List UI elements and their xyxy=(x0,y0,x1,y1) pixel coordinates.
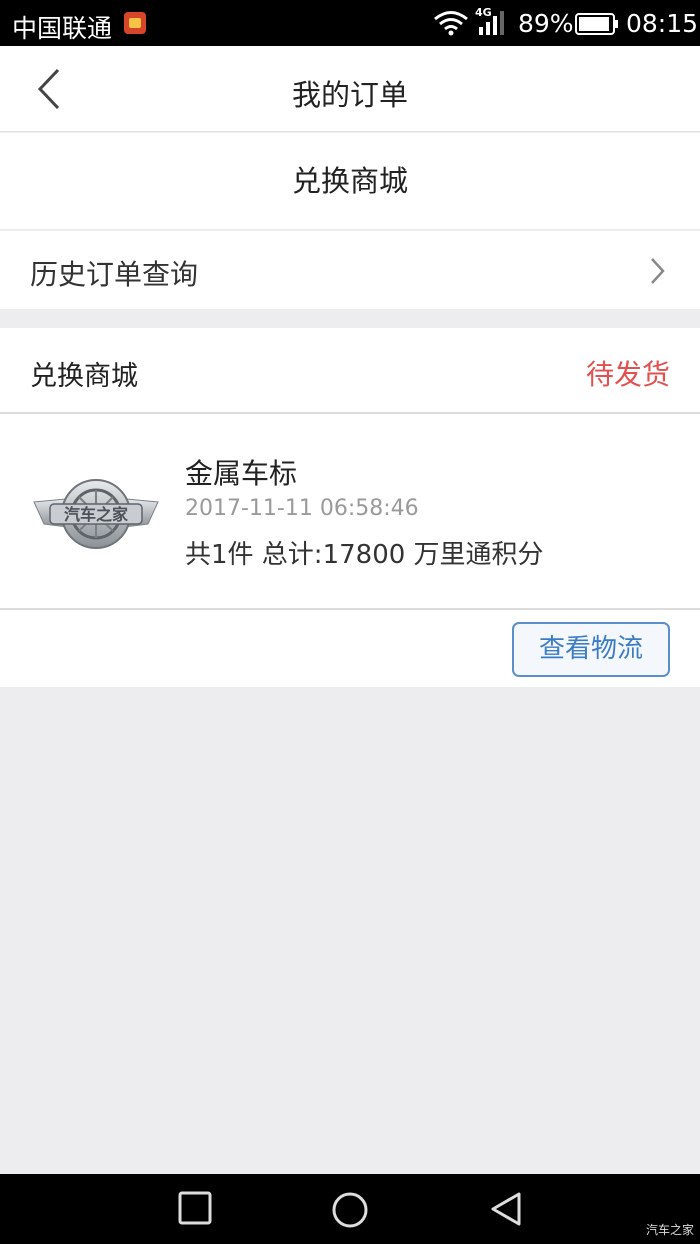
page-title: 我的订单 xyxy=(291,78,408,112)
section-title: 兑换商城 xyxy=(0,133,700,230)
view-logistics-button[interactable]: 查看物流 xyxy=(512,622,670,677)
order-summary: 共1件 总计:17800 万里通积分 xyxy=(185,540,544,570)
car-badge-logo-text: 汽车之家 xyxy=(64,505,129,524)
carrier-name: 中国联通 xyxy=(12,14,113,43)
order-time: 2017-11-11 06:58:46 xyxy=(185,496,419,521)
system-nav-bar: 汽车之家 xyxy=(0,1174,700,1244)
order-product[interactable]: 汽车之家 金属车标 2017-11-11 06:58:46 共1件 总计:178… xyxy=(0,416,700,610)
watermark: 汽车之家 xyxy=(645,1223,694,1237)
battery-icon xyxy=(575,13,618,35)
status-clock: 08:15 xyxy=(626,9,699,38)
shop-name: 兑换商城 xyxy=(30,361,138,392)
status-bar: 中国联通 4G 89% 08:15 xyxy=(0,0,700,46)
order-card: 兑换商城 待发货 汽车之家 金属车标 2017-11-11 06:58:46 共… xyxy=(0,328,700,687)
battery-percent: 89% xyxy=(518,9,574,38)
product-name: 金属车标 xyxy=(185,457,298,490)
order-card-header: 兑换商城 待发货 xyxy=(0,328,700,414)
header-bar: 我的订单 xyxy=(0,46,700,132)
square-recents-icon[interactable] xyxy=(178,1191,212,1225)
order-status: 待发货 xyxy=(585,358,670,391)
wifi-icon xyxy=(434,11,468,36)
history-orders-label: 历史订单查询 xyxy=(30,258,199,291)
car-badge-logo: 汽车之家 xyxy=(33,479,159,549)
chevron-right-icon xyxy=(651,258,665,284)
notification-app-icon xyxy=(124,12,146,34)
circle-home-icon[interactable] xyxy=(331,1191,369,1229)
triangle-back-icon[interactable] xyxy=(489,1191,523,1227)
signal-icon xyxy=(479,11,504,35)
history-orders-row[interactable]: 历史订单查询 xyxy=(0,231,700,309)
